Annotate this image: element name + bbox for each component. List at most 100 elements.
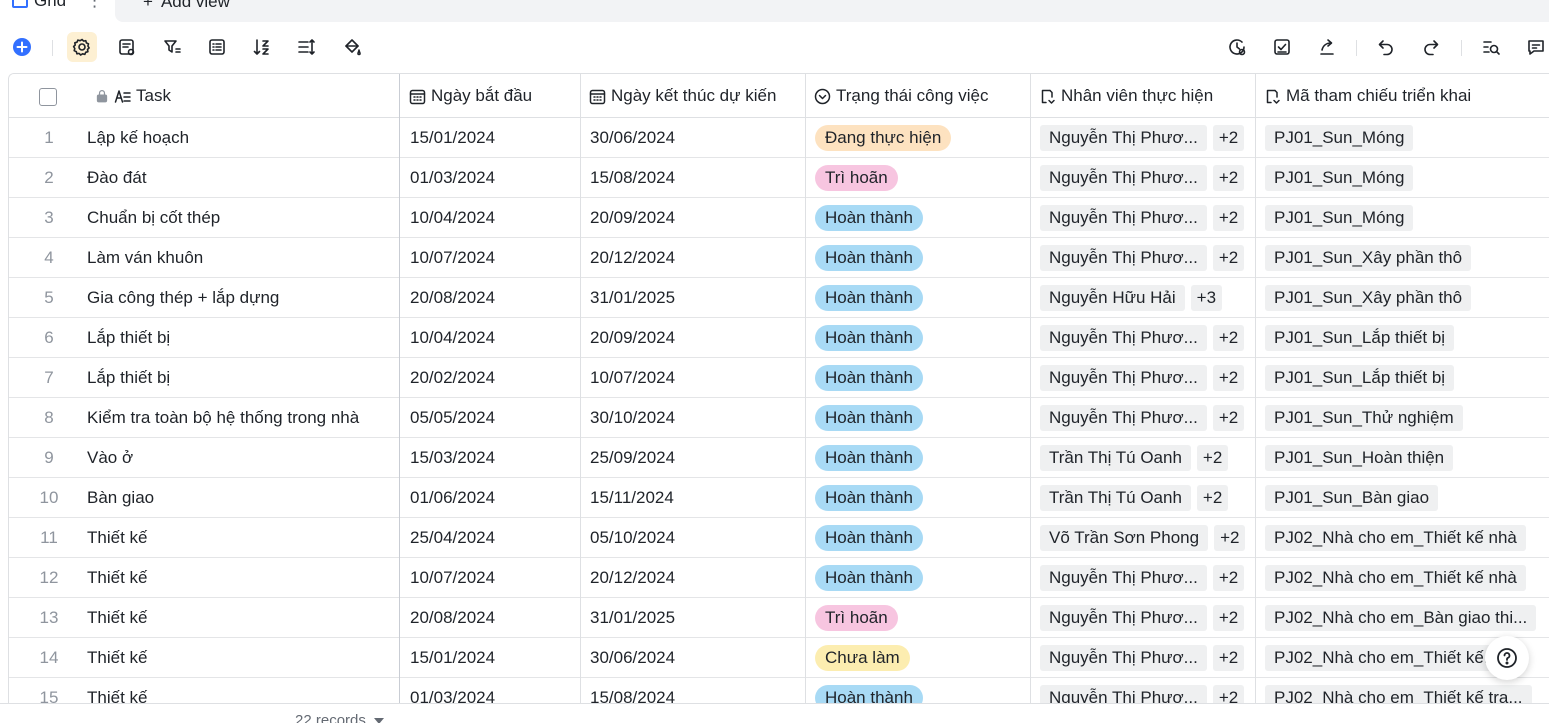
undo-button[interactable] — [1371, 32, 1401, 62]
add-view-button[interactable]: + Add view — [115, 0, 1549, 22]
cell-end-date[interactable]: 25/09/2024 — [589, 438, 814, 477]
cell-reference[interactable]: PJ02_Nhà cho em_Bàn giao thi... — [1265, 598, 1549, 637]
table-row[interactable]: 2 Đào đát 01/03/2024 15/08/2024 Trì hoãn Nguy… — [9, 158, 1549, 198]
cell-status[interactable]: Hoàn thành — [815, 238, 1040, 277]
cell-task[interactable]: Thiết kế — [87, 558, 399, 597]
cell-end-date[interactable]: 20/12/2024 — [589, 558, 814, 597]
cell-task[interactable]: Đào đát — [87, 158, 399, 197]
cell-start-date[interactable]: 10/07/2024 — [409, 238, 589, 277]
frozen-column-divider[interactable] — [399, 74, 400, 703]
cell-start-date[interactable]: 10/07/2024 — [409, 558, 589, 597]
cell-staff[interactable]: Nguyễn Thị Phươ... +2 — [1040, 118, 1265, 157]
cell-end-date[interactable]: 10/07/2024 — [589, 358, 814, 397]
cell-start-date[interactable]: 01/03/2024 — [409, 678, 589, 704]
table-row[interactable]: 8 Kiểm tra toàn bộ hệ thống trong nhà 05/0… — [9, 398, 1549, 438]
cell-status[interactable]: Hoàn thành — [815, 198, 1040, 237]
cell-staff[interactable]: Nguyễn Thị Phươ... +2 — [1040, 238, 1265, 277]
table-row[interactable]: 12 Thiết kế 10/07/2024 20/12/2024 Hoàn thành… — [9, 558, 1549, 598]
settings-button[interactable] — [67, 32, 97, 62]
cell-reference[interactable]: PJ01_Sun_Móng — [1265, 118, 1549, 157]
cell-staff[interactable]: Trần Thị Tú Oanh +2 — [1040, 478, 1265, 517]
column-header-reference[interactable]: Mã tham chiếu triển khai — [1256, 74, 1471, 118]
table-row[interactable]: 5 Gia công thép + lắp dựng 20/08/2024 31/01… — [9, 278, 1549, 318]
cell-staff[interactable]: Trần Thị Tú Oanh +2 — [1040, 438, 1265, 477]
cell-start-date[interactable]: 10/04/2024 — [409, 318, 589, 357]
cell-staff[interactable]: Võ Trần Sơn Phong +2 — [1040, 518, 1265, 557]
cell-status[interactable]: Hoàn thành — [815, 558, 1040, 597]
table-row[interactable]: 13 Thiết kế 20/08/2024 31/01/2025 Trì hoãn Ng… — [9, 598, 1549, 638]
cell-end-date[interactable]: 15/08/2024 — [589, 158, 814, 197]
cell-staff[interactable]: Nguyễn Thị Phươ... +2 — [1040, 678, 1265, 703]
cell-status[interactable]: Hoàn thành — [815, 278, 1040, 317]
table-row[interactable]: 15 Thiết kế 01/03/2024 15/08/2024 Hoàn thành… — [9, 678, 1549, 703]
cell-reference[interactable]: PJ02_Nhà cho em_Thiết kế tra... — [1265, 678, 1549, 703]
cell-task[interactable]: Lắp thiết bị — [87, 358, 399, 397]
cell-end-date[interactable]: 20/09/2024 — [589, 318, 814, 357]
cell-end-date[interactable]: 05/10/2024 — [589, 518, 814, 557]
cell-reference[interactable]: PJ02_Nhà cho em_Thiết kế nhà — [1265, 518, 1549, 557]
cell-end-date[interactable]: 31/01/2025 — [589, 278, 814, 317]
cell-end-date[interactable]: 15/11/2024 — [589, 478, 814, 517]
row-height-button[interactable] — [292, 32, 322, 62]
tab-grid[interactable]: Grid ⋮ — [0, 0, 103, 12]
table-row[interactable]: 9 Vào ở 15/03/2024 25/09/2024 Hoàn thành Trần… — [9, 438, 1549, 478]
cell-status[interactable]: Hoàn thành — [815, 478, 1040, 517]
cell-task[interactable]: Bàn giao — [87, 478, 399, 517]
table-row[interactable]: 4 Làm ván khuôn 10/07/2024 20/12/2024 Hoàn t… — [9, 238, 1549, 278]
table-row[interactable]: 10 Bàn giao 01/06/2024 15/11/2024 Hoàn thành… — [9, 478, 1549, 518]
cell-status[interactable]: Hoàn thành — [815, 438, 1040, 477]
table-row[interactable]: 14 Thiết kế 15/01/2024 30/06/2024 Chưa làm Ng… — [9, 638, 1549, 678]
select-all-checkbox[interactable] — [39, 88, 57, 106]
checklist-button[interactable] — [1267, 32, 1297, 62]
column-header-status[interactable]: Trạng thái công việc — [806, 74, 988, 118]
cell-status[interactable]: Đang thực hiện — [815, 118, 1040, 157]
record-count[interactable]: 22 records — [295, 712, 384, 723]
cell-task[interactable]: Kiểm tra toàn bộ hệ thống trong nhà — [87, 398, 399, 437]
cell-start-date[interactable]: 15/03/2024 — [409, 438, 589, 477]
cell-status[interactable]: Hoàn thành — [815, 398, 1040, 437]
cell-status[interactable]: Trì hoãn — [815, 158, 1040, 197]
fill-color-button[interactable] — [337, 32, 367, 62]
cell-staff[interactable]: Nguyễn Thị Phươ... +2 — [1040, 158, 1265, 197]
cell-task[interactable]: Vào ở — [87, 438, 399, 477]
cell-reference[interactable]: PJ01_Sun_Lắp thiết bị — [1265, 358, 1549, 397]
cell-start-date[interactable]: 10/04/2024 — [409, 198, 589, 237]
cell-start-date[interactable]: 05/05/2024 — [409, 398, 589, 437]
table-row[interactable]: 1 Lập kế hoạch 15/01/2024 30/06/2024 Đang th… — [9, 118, 1549, 158]
redo-button[interactable] — [1416, 32, 1446, 62]
cell-task[interactable]: Chuẩn bị cốt thép — [87, 198, 399, 237]
share-button[interactable] — [1312, 32, 1342, 62]
cell-start-date[interactable]: 01/06/2024 — [409, 478, 589, 517]
cell-task[interactable]: Thiết kế — [87, 678, 399, 704]
search-button[interactable] — [1476, 32, 1506, 62]
cell-end-date[interactable]: 30/10/2024 — [589, 398, 814, 437]
cell-reference[interactable]: PJ01_Sun_Xây phần thô — [1265, 238, 1549, 277]
filter-button[interactable] — [157, 32, 187, 62]
column-header-start-date[interactable]: Ngày bắt đầu — [401, 74, 532, 118]
cell-end-date[interactable]: 20/12/2024 — [589, 238, 814, 277]
cell-task[interactable]: Thiết kế — [87, 638, 399, 677]
table-row[interactable]: 7 Lắp thiết bị 20/02/2024 10/07/2024 Hoàn th… — [9, 358, 1549, 398]
comment-button[interactable] — [1521, 32, 1549, 62]
tab-more-icon[interactable]: ⋮ — [86, 0, 103, 11]
cell-status[interactable]: Chưa làm — [815, 638, 1040, 677]
cell-status[interactable]: Hoàn thành — [815, 358, 1040, 397]
cell-staff[interactable]: Nguyễn Thị Phươ... +2 — [1040, 598, 1265, 637]
cell-staff[interactable]: Nguyễn Thị Phươ... +2 — [1040, 638, 1265, 677]
cell-staff[interactable]: Nguyễn Thị Phươ... +2 — [1040, 398, 1265, 437]
cell-start-date[interactable]: 01/03/2024 — [409, 158, 589, 197]
cell-end-date[interactable]: 30/06/2024 — [589, 118, 814, 157]
add-record-button[interactable] — [7, 32, 37, 62]
cell-start-date[interactable]: 25/04/2024 — [409, 518, 589, 557]
cell-end-date[interactable]: 31/01/2025 — [589, 598, 814, 637]
cell-end-date[interactable]: 20/09/2024 — [589, 198, 814, 237]
table-row[interactable]: 11 Thiết kế 25/04/2024 05/10/2024 Hoàn thành… — [9, 518, 1549, 558]
cell-reference[interactable]: PJ01_Sun_Móng — [1265, 198, 1549, 237]
cell-staff[interactable]: Nguyễn Thị Phươ... +2 — [1040, 198, 1265, 237]
cell-task[interactable]: Lập kế hoạch — [87, 118, 399, 157]
cell-staff[interactable]: Nguyễn Thị Phươ... +2 — [1040, 318, 1265, 357]
cell-start-date[interactable]: 20/02/2024 — [409, 358, 589, 397]
cell-reference[interactable]: PJ01_Sun_Hoàn thiện — [1265, 438, 1549, 477]
cell-task[interactable]: Thiết kế — [87, 598, 399, 637]
cell-task[interactable]: Lắp thiết bị — [87, 318, 399, 357]
